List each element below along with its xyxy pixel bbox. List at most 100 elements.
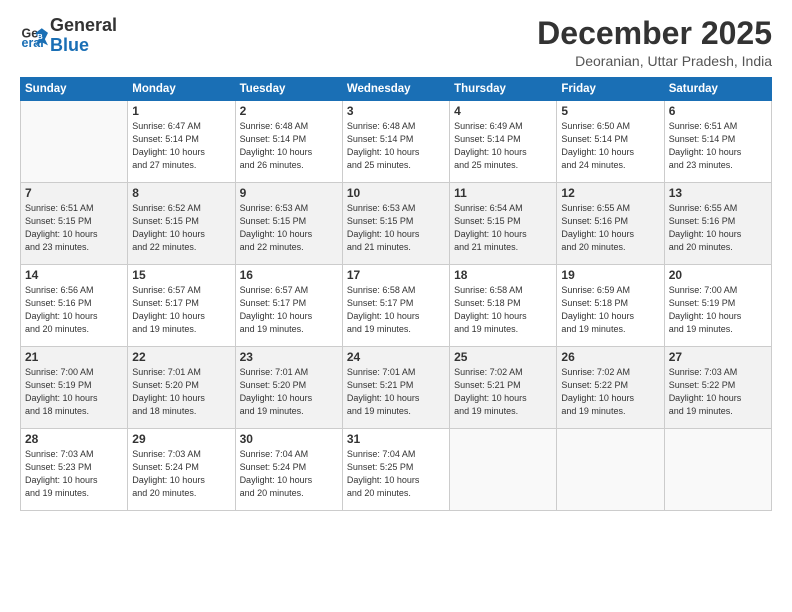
calendar-cell: 26 Sunrise: 7:02 AM Sunset: 5:22 PM Dayli… [557,347,664,429]
calendar-cell: 22Sunrise: 7:01 AM Sunset: 5:20 PM Dayli… [128,347,235,429]
calendar-cell [450,429,557,511]
day-info: Sunrise: 7:03 AM Sunset: 5:23 PM Dayligh… [25,448,123,500]
location: Deoranian, Uttar Pradesh, India [537,53,772,69]
day-info: Sunrise: 6:58 AM Sunset: 5:17 PM Dayligh… [347,284,445,336]
day-number: 2 [240,104,338,118]
day-number: 26 [561,350,659,364]
logo: Gen eral B General Blue [20,16,117,56]
calendar: SundayMondayTuesdayWednesdayThursdayFrid… [20,77,772,511]
day-info: Sunrise: 6:49 AM Sunset: 5:14 PM Dayligh… [454,120,552,172]
day-number: 4 [454,104,552,118]
day-number: 16 [240,268,338,282]
day-info: Sunrise: 6:55 AM Sunset: 5:16 PM Dayligh… [669,202,767,254]
header: Gen eral B General Blue December 2025 De… [20,16,772,69]
day-info: Sunrise: 7:03 AM Sunset: 5:22 PM Dayligh… [669,366,767,418]
day-info: Sunrise: 6:50 AM Sunset: 5:14 PM Dayligh… [561,120,659,172]
day-info: Sunrise: 7:04 AM Sunset: 5:24 PM Dayligh… [240,448,338,500]
day-number: 8 [132,186,230,200]
weekday-header: Wednesday [342,78,449,101]
day-number: 23 [240,350,338,364]
calendar-week-row: 7 Sunrise: 6:51 AM Sunset: 5:15 PM Daylig… [21,183,772,265]
day-number: 7 [25,186,123,200]
day-info: Sunrise: 6:48 AM Sunset: 5:14 PM Dayligh… [240,120,338,172]
day-info: Sunrise: 7:04 AM Sunset: 5:25 PM Dayligh… [347,448,445,500]
day-number: 15 [132,268,230,282]
calendar-cell [664,429,771,511]
day-info: Sunrise: 6:52 AM Sunset: 5:15 PM Dayligh… [132,202,230,254]
weekday-header: Tuesday [235,78,342,101]
calendar-cell: 30 Sunrise: 7:04 AM Sunset: 5:24 PM Dayli… [235,429,342,511]
day-info: Sunrise: 6:54 AM Sunset: 5:15 PM Dayligh… [454,202,552,254]
calendar-cell: 16 Sunrise: 6:57 AM Sunset: 5:17 PM Dayli… [235,265,342,347]
day-info: Sunrise: 6:55 AM Sunset: 5:16 PM Dayligh… [561,202,659,254]
day-info: Sunrise: 6:51 AM Sunset: 5:15 PM Dayligh… [25,202,123,254]
day-info: Sunrise: 6:59 AM Sunset: 5:18 PM Dayligh… [561,284,659,336]
day-info: Sunrise: 6:48 AM Sunset: 5:14 PM Dayligh… [347,120,445,172]
calendar-week-row: 1 Sunrise: 6:47 AM Sunset: 5:14 PM Daylig… [21,101,772,183]
day-number: 20 [669,268,767,282]
day-number: 1 [132,104,230,118]
calendar-cell: 23Sunrise: 7:01 AM Sunset: 5:20 PM Dayli… [235,347,342,429]
calendar-cell: 29Sunrise: 7:03 AM Sunset: 5:24 PM Dayli… [128,429,235,511]
day-number: 31 [347,432,445,446]
calendar-cell: 19 Sunrise: 6:59 AM Sunset: 5:18 PM Dayli… [557,265,664,347]
calendar-cell: 6Sunrise: 6:51 AM Sunset: 5:14 PM Daylig… [664,101,771,183]
weekday-header: Friday [557,78,664,101]
calendar-cell: 12 Sunrise: 6:55 AM Sunset: 5:16 PM Dayli… [557,183,664,265]
calendar-cell: 2 Sunrise: 6:48 AM Sunset: 5:14 PM Daylig… [235,101,342,183]
calendar-cell [557,429,664,511]
day-number: 24 [347,350,445,364]
day-info: Sunrise: 6:58 AM Sunset: 5:18 PM Dayligh… [454,284,552,336]
calendar-week-row: 14 Sunrise: 6:56 AM Sunset: 5:16 PM Dayli… [21,265,772,347]
day-info: Sunrise: 7:02 AM Sunset: 5:21 PM Dayligh… [454,366,552,418]
day-number: 22 [132,350,230,364]
page: Gen eral B General Blue December 2025 De… [0,0,792,612]
logo-general: General [50,15,117,35]
day-number: 12 [561,186,659,200]
calendar-cell: 10Sunrise: 6:53 AM Sunset: 5:15 PM Dayli… [342,183,449,265]
logo-icon: Gen eral B [20,22,48,50]
day-info: Sunrise: 6:53 AM Sunset: 5:15 PM Dayligh… [240,202,338,254]
day-number: 14 [25,268,123,282]
calendar-cell: 8 Sunrise: 6:52 AM Sunset: 5:15 PM Daylig… [128,183,235,265]
day-info: Sunrise: 6:47 AM Sunset: 5:14 PM Dayligh… [132,120,230,172]
calendar-cell: 4 Sunrise: 6:49 AM Sunset: 5:14 PM Daylig… [450,101,557,183]
logo-text: General Blue [50,16,117,56]
day-number: 17 [347,268,445,282]
calendar-cell: 17 Sunrise: 6:58 AM Sunset: 5:17 PM Dayli… [342,265,449,347]
calendar-cell: 28 Sunrise: 7:03 AM Sunset: 5:23 PM Dayli… [21,429,128,511]
calendar-cell: 14 Sunrise: 6:56 AM Sunset: 5:16 PM Dayli… [21,265,128,347]
calendar-header-row: SundayMondayTuesdayWednesdayThursdayFrid… [21,78,772,101]
day-info: Sunrise: 7:00 AM Sunset: 5:19 PM Dayligh… [25,366,123,418]
calendar-cell: 1 Sunrise: 6:47 AM Sunset: 5:14 PM Daylig… [128,101,235,183]
calendar-week-row: 21Sunrise: 7:00 AM Sunset: 5:19 PM Dayli… [21,347,772,429]
weekday-header: Sunday [21,78,128,101]
title-block: December 2025 Deoranian, Uttar Pradesh, … [537,16,772,69]
day-info: Sunrise: 6:57 AM Sunset: 5:17 PM Dayligh… [132,284,230,336]
day-info: Sunrise: 7:02 AM Sunset: 5:22 PM Dayligh… [561,366,659,418]
calendar-cell: 25Sunrise: 7:02 AM Sunset: 5:21 PM Dayli… [450,347,557,429]
calendar-cell: 3 Sunrise: 6:48 AM Sunset: 5:14 PM Daylig… [342,101,449,183]
calendar-cell: 20 Sunrise: 7:00 AM Sunset: 5:19 PM Dayli… [664,265,771,347]
day-info: Sunrise: 6:51 AM Sunset: 5:14 PM Dayligh… [669,120,767,172]
day-number: 30 [240,432,338,446]
calendar-cell: 13Sunrise: 6:55 AM Sunset: 5:16 PM Dayli… [664,183,771,265]
calendar-cell: 9Sunrise: 6:53 AM Sunset: 5:15 PM Daylig… [235,183,342,265]
day-number: 19 [561,268,659,282]
day-number: 28 [25,432,123,446]
day-info: Sunrise: 6:53 AM Sunset: 5:15 PM Dayligh… [347,202,445,254]
day-info: Sunrise: 6:57 AM Sunset: 5:17 PM Dayligh… [240,284,338,336]
day-number: 18 [454,268,552,282]
day-info: Sunrise: 7:00 AM Sunset: 5:19 PM Dayligh… [669,284,767,336]
weekday-header: Thursday [450,78,557,101]
calendar-cell: 7 Sunrise: 6:51 AM Sunset: 5:15 PM Daylig… [21,183,128,265]
day-info: Sunrise: 6:56 AM Sunset: 5:16 PM Dayligh… [25,284,123,336]
day-number: 3 [347,104,445,118]
calendar-cell: 21Sunrise: 7:00 AM Sunset: 5:19 PM Dayli… [21,347,128,429]
calendar-cell: 11 Sunrise: 6:54 AM Sunset: 5:15 PM Dayli… [450,183,557,265]
month-title: December 2025 [537,16,772,51]
calendar-week-row: 28 Sunrise: 7:03 AM Sunset: 5:23 PM Dayli… [21,429,772,511]
day-number: 11 [454,186,552,200]
day-info: Sunrise: 7:03 AM Sunset: 5:24 PM Dayligh… [132,448,230,500]
weekday-header: Saturday [664,78,771,101]
